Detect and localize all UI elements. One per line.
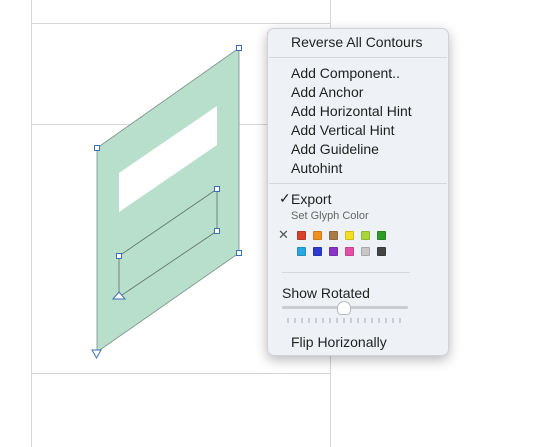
contour-point[interactable] (236, 45, 242, 51)
show-rotated-label: Show Rotated (282, 285, 370, 301)
set-glyph-color-label: Set Glyph Color (291, 210, 369, 222)
contour-point[interactable] (236, 250, 242, 256)
menu-separator (269, 57, 447, 58)
glyph-color-swatch-red[interactable] (297, 231, 306, 240)
glyph-color-swatch-cyan[interactable] (297, 247, 306, 256)
menu-item-autohint[interactable]: Autohint (291, 159, 342, 177)
glyph-color-swatch-blue[interactable] (313, 247, 322, 256)
contour-point[interactable] (214, 186, 220, 192)
menu-item-add-vertical-hint[interactable]: Add Vertical Hint (291, 121, 395, 139)
glyph-color-swatch-yellow[interactable] (345, 231, 354, 240)
menu-item-add-guideline[interactable]: Add Guideline (291, 140, 379, 158)
menu-separator (269, 183, 447, 184)
menu-item-add-anchor[interactable]: Add Anchor (291, 83, 363, 101)
contour-point[interactable] (214, 228, 220, 234)
glyph-color-swatch-gray[interactable] (361, 247, 370, 256)
menu-separator (282, 272, 410, 273)
menu-item-add-component[interactable]: Add Component.. (291, 64, 400, 82)
glyph-outer-contour[interactable] (96, 47, 240, 353)
glyph-color-swatch-dark-gray[interactable] (377, 247, 386, 256)
show-rotated-slider-thumb[interactable] (337, 301, 351, 315)
clear-color-icon[interactable]: ✕ (278, 227, 289, 243)
contour-point[interactable] (116, 253, 122, 259)
glyph-color-swatch-brown[interactable] (329, 231, 338, 240)
glyph-color-swatch-pink[interactable] (345, 247, 354, 256)
slider-tick-marks (287, 318, 401, 323)
menu-item-export[interactable]: Export (291, 190, 331, 208)
glyph-color-swatch-green[interactable] (377, 231, 386, 240)
glyph-color-swatch-lime[interactable] (361, 231, 370, 240)
export-checkmark-icon: ✓ (279, 190, 291, 206)
context-menu: Reverse All Contours Add Component.. Add… (267, 28, 449, 356)
menu-item-reverse-all-contours[interactable]: Reverse All Contours (291, 33, 423, 51)
glyph-color-swatch-orange[interactable] (313, 231, 322, 240)
contour-point[interactable] (94, 145, 100, 151)
menu-item-flip-horizonally[interactable]: Flip Horizonally (291, 333, 387, 351)
menu-item-add-horizontal-hint[interactable]: Add Horizontal Hint (291, 102, 412, 120)
glyph-color-swatch-purple[interactable] (329, 247, 338, 256)
start-point-icon[interactable] (91, 349, 102, 360)
